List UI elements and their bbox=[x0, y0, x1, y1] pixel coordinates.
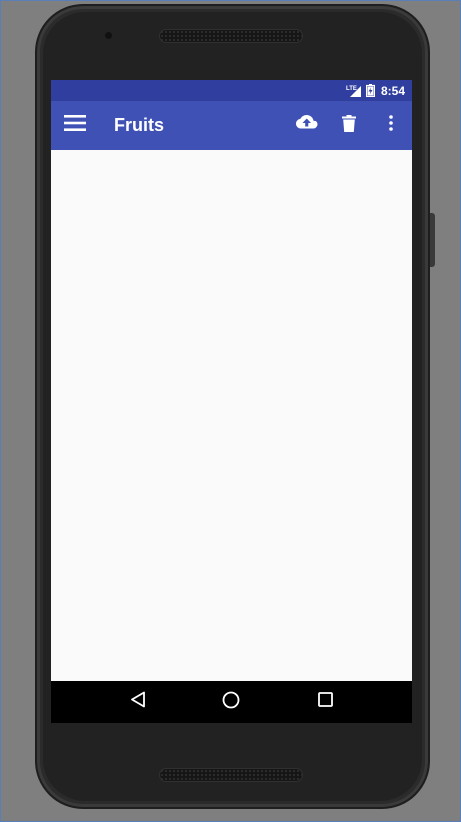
delete-button[interactable] bbox=[328, 102, 370, 150]
fruits-list-area bbox=[51, 150, 412, 681]
recents-button[interactable] bbox=[305, 682, 345, 722]
home-button[interactable] bbox=[211, 682, 251, 722]
overflow-menu-button[interactable] bbox=[370, 102, 412, 150]
power-button[interactable] bbox=[430, 213, 435, 267]
cloud-upload-icon bbox=[296, 115, 318, 136]
page-title: Fruits bbox=[114, 115, 165, 135]
battery-icon bbox=[365, 84, 375, 97]
bottom-speaker bbox=[159, 768, 303, 782]
front-camera bbox=[105, 32, 112, 39]
upload-button[interactable] bbox=[286, 102, 328, 150]
status-time: 8:54 bbox=[380, 83, 405, 98]
recents-icon bbox=[317, 692, 333, 712]
system-navigation-bar bbox=[51, 681, 412, 723]
hamburger-menu-icon bbox=[64, 115, 86, 136]
emulator-frame: LTE 8:54 Fruits bbox=[0, 0, 461, 822]
back-button[interactable] bbox=[118, 682, 158, 722]
lte-signal-icon: LTE bbox=[346, 84, 362, 97]
back-icon bbox=[130, 691, 146, 713]
home-icon bbox=[222, 691, 240, 714]
device-screen: LTE 8:54 Fruits bbox=[51, 80, 412, 723]
navigation-menu-button[interactable] bbox=[51, 102, 99, 150]
app-bar: Fruits bbox=[51, 101, 412, 150]
more-vert-icon bbox=[389, 115, 393, 136]
network-type-label: LTE bbox=[346, 86, 357, 92]
earpiece-speaker bbox=[159, 29, 303, 43]
delete-icon bbox=[342, 114, 356, 137]
status-bar: LTE 8:54 bbox=[51, 80, 412, 101]
